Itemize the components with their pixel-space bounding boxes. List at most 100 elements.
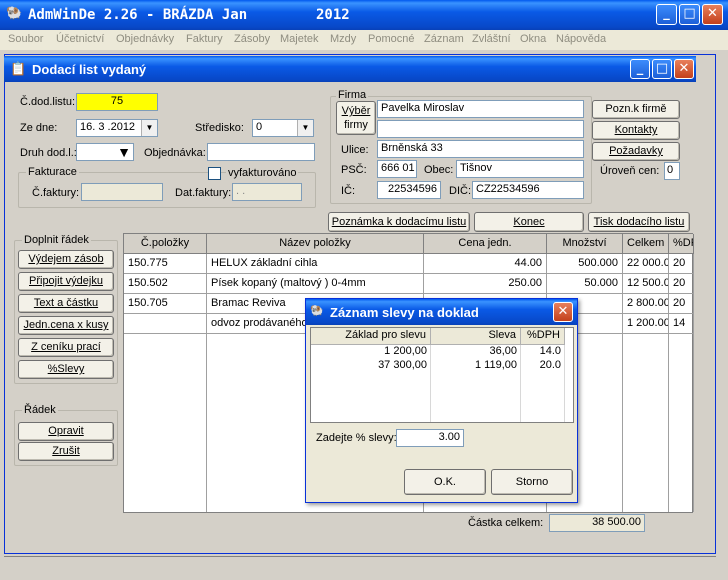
cdod-label: Č.dod.listu: [20, 96, 76, 108]
menu-item-6[interactable]: Mzdy [330, 33, 356, 45]
stredisko-select[interactable]: 0 ▼ [252, 119, 314, 137]
menu-item-9[interactable]: Zvláštní [472, 33, 511, 45]
pozadavky-button[interactable]: Požadavky [592, 142, 680, 161]
table-cell[interactable]: 150.502 [124, 274, 207, 294]
doplnit-button-5[interactable]: %Slevy [18, 360, 114, 379]
menu-item-8[interactable]: Záznam [424, 33, 464, 45]
dialog-title: Záznam slevy na doklad [330, 305, 479, 320]
tisk-button[interactable]: Tisk dodacího listu [588, 212, 690, 232]
child-titlebar: 📋 Dodací list vydaný _ □ ✕ [4, 56, 696, 82]
doplnit-button-1[interactable]: Připojit výdejku [18, 272, 114, 291]
doplnit-button-3[interactable]: Jedn.cena x kusy [18, 316, 114, 335]
menu-item-1[interactable]: Účetnictví [56, 33, 104, 45]
dialog-cell[interactable]: 1 200,00 [311, 345, 431, 359]
column-header[interactable]: Celkem [623, 234, 669, 254]
firma-name2-input[interactable] [377, 120, 584, 138]
dialog-cell[interactable]: 37 300,00 [311, 359, 431, 373]
cfaktury-input[interactable] [81, 183, 163, 201]
chevron-down-icon[interactable]: ▼ [115, 144, 133, 160]
objednavka-input[interactable] [207, 143, 315, 161]
child-minimize-button[interactable]: _ [630, 59, 650, 79]
chevron-down-icon[interactable]: ▼ [141, 120, 157, 136]
datfaktury-input[interactable]: . . [232, 183, 302, 201]
obec-input[interactable]: Tišnov [456, 160, 584, 178]
table-cell[interactable]: HELUX základní cihla [207, 254, 424, 274]
table-cell[interactable]: 500.000 [547, 254, 623, 274]
uroven-input[interactable]: 0 [664, 162, 680, 180]
doplnit-button-2[interactable]: Text a částku [18, 294, 114, 313]
opravit-button[interactable]: Opravit [18, 422, 114, 441]
app-titlebar: 🐏 AdmWinDe 2.26 - BRÁZDA Jan 2012 _ □ ✕ [0, 0, 728, 30]
table-cell[interactable]: 1 200.00 [623, 314, 669, 334]
table-cell[interactable]: 250.00 [424, 274, 547, 294]
column-header[interactable]: Č.položky [124, 234, 207, 254]
druh-select[interactable]: ▼ [76, 143, 134, 161]
table-cell[interactable]: 12 500.00 [623, 274, 669, 294]
psc-input[interactable]: 666 01 [377, 160, 417, 178]
menu-item-5[interactable]: Majetek [280, 33, 319, 45]
dialog-column-header[interactable]: Sleva [431, 328, 521, 345]
konec-button[interactable]: Konec [474, 212, 584, 232]
vyber-firmy-button[interactable]: Výběr firmy [336, 101, 376, 135]
table-cell[interactable]: 50.000 [547, 274, 623, 294]
chevron-down-icon[interactable]: ▼ [297, 120, 313, 136]
kontakty-button[interactable]: Kontakty [592, 121, 680, 140]
zedne-input[interactable]: 16. 3 .2012 ▼ [76, 119, 158, 137]
ok-button[interactable]: O.K. [404, 469, 486, 495]
minimize-button[interactable]: _ [656, 4, 677, 25]
maximize-button[interactable]: □ [679, 4, 700, 25]
menu-item-3[interactable]: Faktury [186, 33, 223, 45]
menu-item-10[interactable]: Okna [520, 33, 546, 45]
menu-item-7[interactable]: Pomocné [368, 33, 414, 45]
menu-item-4[interactable]: Zásoby [234, 33, 270, 45]
ulice-label: Ulice: [341, 144, 369, 156]
child-close-button[interactable]: ✕ [674, 59, 694, 79]
menu-item-0[interactable]: Soubor [8, 33, 43, 45]
pozn-firme-button[interactable]: Pozn.k firmě [592, 100, 680, 119]
zrusit-button[interactable]: Zrušit [18, 442, 114, 461]
table-cell[interactable]: 14 [669, 314, 694, 334]
app-icon: 🐏 [6, 6, 23, 21]
table-cell[interactable]: 150.705 [124, 294, 207, 314]
ic-input[interactable]: 22534596 [377, 181, 441, 199]
dialog-column-header[interactable]: %DPH [521, 328, 565, 345]
menu-item-2[interactable]: Objednávky [116, 33, 174, 45]
table-cell[interactable]: 22 000.00 [623, 254, 669, 274]
child-maximize-button[interactable]: □ [652, 59, 672, 79]
doplnit-button-0[interactable]: Výdejem zásob [18, 250, 114, 269]
table-cell[interactable]: 20 [669, 274, 694, 294]
table-cell[interactable]: 150.775 [124, 254, 207, 274]
discount-table: Základ pro slevu Sleva %DPH 1 200,00 36,00 14… [310, 327, 574, 423]
dic-input[interactable]: CZ22534596 [472, 181, 584, 199]
table-cell[interactable]: Písek kopaný (maltový ) 0-4mm [207, 274, 424, 294]
doplnit-button-4[interactable]: Z ceníku prací [18, 338, 114, 357]
close-button[interactable]: ✕ [702, 4, 723, 25]
discount-percent-input[interactable]: 3.00 [396, 429, 464, 447]
storno-button[interactable]: Storno [491, 469, 573, 495]
dialog-column-header[interactable]: Základ pro slevu [311, 328, 431, 345]
column-header[interactable]: Název položky [207, 234, 424, 254]
datfaktury-label: Dat.faktury: [175, 187, 232, 199]
vyfakturovano-checkbox[interactable] [208, 167, 221, 180]
ic-label: IČ: [341, 185, 356, 197]
table-cell[interactable]: 20 [669, 294, 694, 314]
dialog-cell[interactable]: 14.0 [521, 345, 565, 359]
cdod-input[interactable]: 75 [76, 93, 158, 111]
table-cell[interactable]: 20 [669, 254, 694, 274]
dialog-cell[interactable]: 20.0 [521, 359, 565, 373]
ulice-input[interactable]: Brněnská 33 [377, 140, 584, 158]
menu-item-11[interactable]: Nápověda [556, 33, 606, 45]
poznamka-button[interactable]: Poznámka k dodacímu listu [328, 212, 470, 232]
column-header[interactable]: Množství [547, 234, 623, 254]
table-cell[interactable]: 44.00 [424, 254, 547, 274]
objednavka-label: Objednávka: [144, 147, 206, 159]
firma-name-input[interactable]: Pavelka Miroslav [377, 100, 584, 118]
dialog-close-button[interactable]: ✕ [553, 302, 573, 322]
column-header[interactable]: Cena jedn. [424, 234, 547, 254]
dialog-cell[interactable]: 1 119,00 [431, 359, 521, 373]
table-cell[interactable] [124, 314, 207, 334]
column-header[interactable]: %DPH [669, 234, 694, 254]
table-cell[interactable]: 2 800.00 [623, 294, 669, 314]
app-title: AdmWinDe 2.26 - BRÁZDA Jan [28, 7, 248, 23]
dialog-cell[interactable]: 36,00 [431, 345, 521, 359]
